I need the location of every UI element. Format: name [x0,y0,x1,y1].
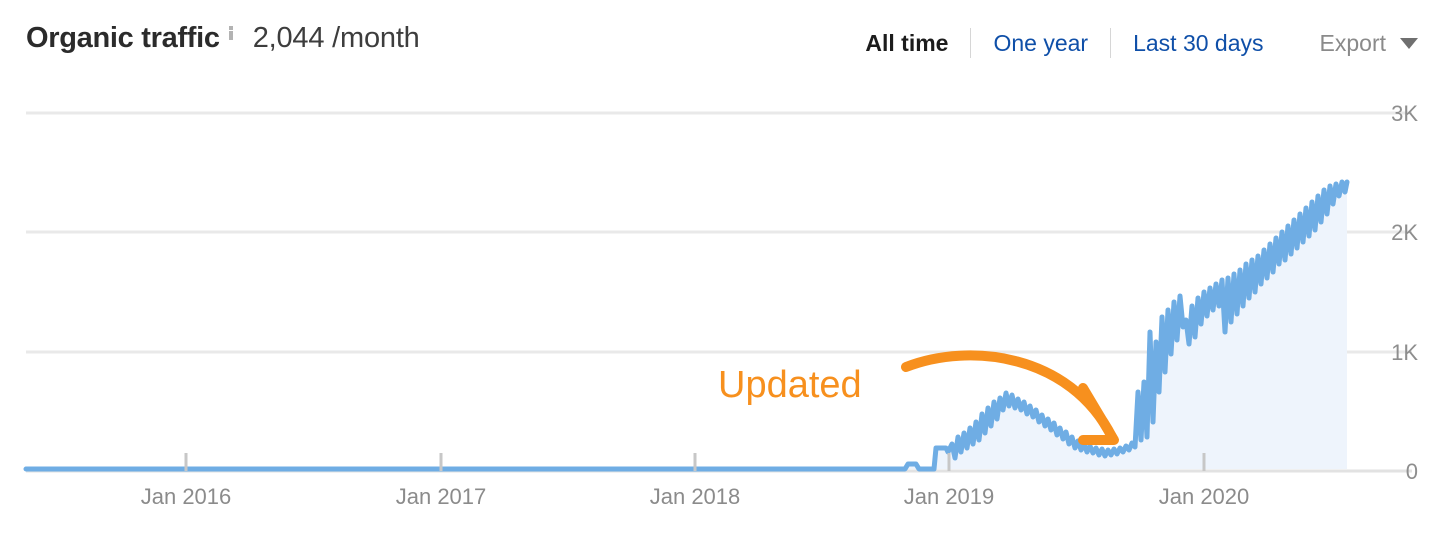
xtick-label: Jan 2017 [396,484,487,509]
info-icon-stem [228,31,233,40]
metric-value: 2,044 /month [252,22,420,54]
xtick-label: Jan 2019 [904,484,995,509]
chart-svg: 3K 2K 1K 0 Jan 2016 Jan 2017 Jan 2018 Ja… [23,101,1418,509]
panel-header: Organic traffic 2,044 /month All time On… [0,0,1444,92]
header-left-group: Organic traffic 2,044 /month [26,22,420,55]
info-icon[interactable] [227,26,237,40]
annotation-label: Updated [718,364,862,406]
export-label: Export [1319,29,1386,56]
ytick-label: 3K [1391,101,1418,126]
ytick-label: 0 [1406,459,1418,484]
organic-traffic-chart[interactable]: 3K 2K 1K 0 Jan 2016 Jan 2017 Jan 2018 Ja… [0,92,1444,534]
header-controls: All time One year Last 30 days Export [843,28,1418,58]
chart-line [23,179,1350,472]
xtick-label: Jan 2018 [650,484,741,509]
tab-one-year[interactable]: One year [971,30,1110,57]
info-icon-dot [228,26,233,30]
xtick-label: Jan 2016 [141,484,232,509]
tab-all-time[interactable]: All time [843,30,970,57]
chevron-down-icon [1400,37,1418,49]
export-button[interactable]: Export [1320,30,1418,57]
ytick-label: 1K [1391,340,1418,365]
chart-y-axis: 3K 2K 1K 0 [1391,101,1418,484]
ytick-label: 2K [1391,220,1418,245]
chart-x-axis: Jan 2016 Jan 2017 Jan 2018 Jan 2019 Jan … [141,484,1250,509]
tab-last-30-days[interactable]: Last 30 days [1111,30,1285,57]
xtick-label: Jan 2020 [1159,484,1250,509]
page-title: Organic traffic [26,22,220,54]
